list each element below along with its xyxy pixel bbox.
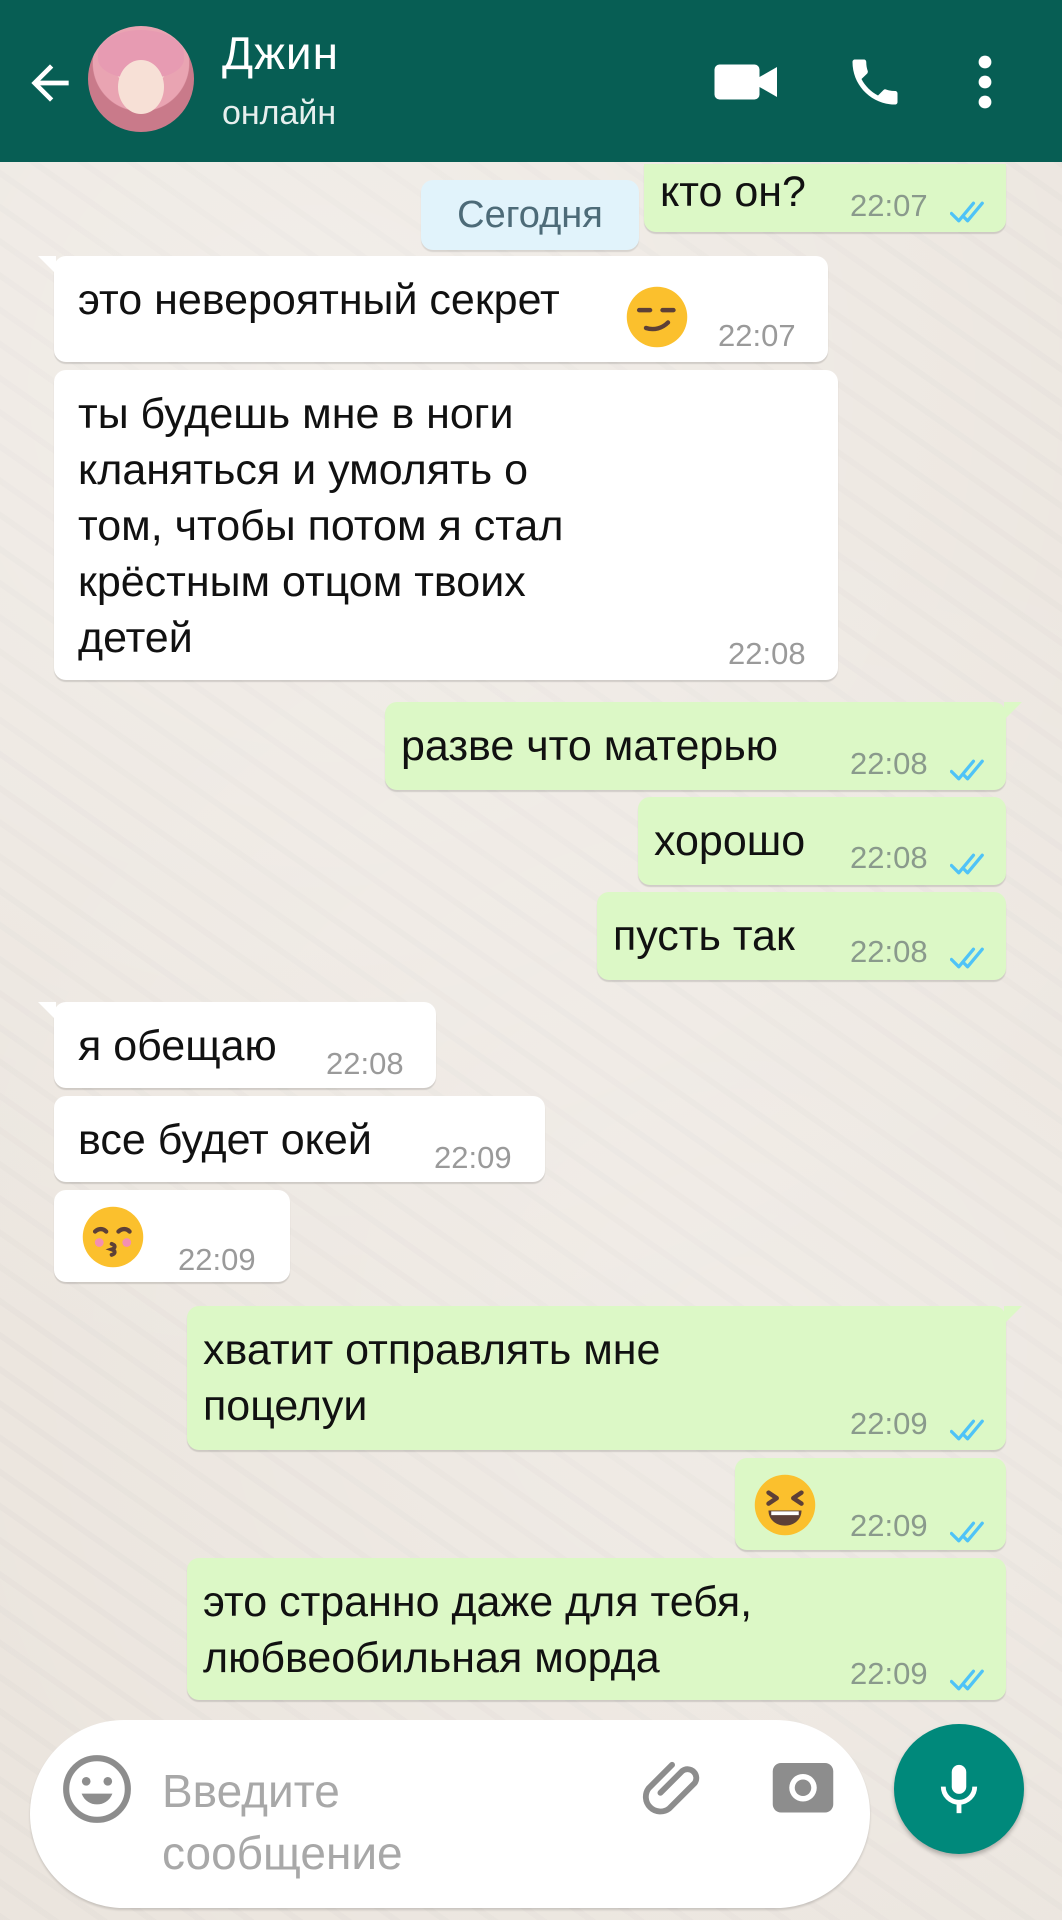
outgoing-message-bubble[interactable]: это странно даже для тебя, любвеобильная…: [187, 1558, 1006, 1700]
contact-status: онлайн: [222, 94, 337, 132]
date-separator: Сегодня: [421, 180, 639, 250]
incoming-message-bubble[interactable]: 22:09: [54, 1190, 290, 1282]
incoming-message-bubble[interactable]: это невероятный секрет 22:07: [38, 256, 828, 364]
read-receipt-icon: [949, 184, 994, 223]
chat-header: Джин онлайн: [0, 0, 1062, 162]
contact-avatar[interactable]: [88, 26, 194, 132]
incoming-message-bubble[interactable]: ты будешь мне в ноги кланяться и умолять…: [54, 370, 838, 680]
message-time: 22:08: [326, 1046, 404, 1081]
message-time: 22:08: [850, 746, 928, 781]
bubble-tail: [1004, 702, 1022, 720]
message-text: все будет окей: [78, 1116, 372, 1164]
message-time: 22:09: [434, 1140, 512, 1175]
read-receipt-icon: [949, 1402, 994, 1441]
message-time: 22:08: [728, 636, 806, 671]
kissing-closed-eyes-emoji: [80, 1204, 146, 1284]
message-text: пусть так: [613, 912, 795, 960]
message-text: ты будешь мне в ноги кланяться и умолять…: [78, 390, 564, 662]
message-time: 22:09: [850, 1508, 928, 1543]
back-arrow-icon[interactable]: [22, 55, 78, 111]
message-text: хорошо: [654, 817, 806, 865]
outgoing-message-bubble[interactable]: 22:09: [735, 1458, 1006, 1550]
phone-icon[interactable]: [840, 52, 910, 112]
read-receipt-icon: [949, 742, 994, 781]
bubble-tail: [38, 1002, 56, 1020]
read-receipt-icon: [949, 836, 994, 875]
outgoing-message-bubble[interactable]: разве что матерью 22:08: [385, 702, 1022, 790]
read-receipt-icon: [949, 930, 994, 969]
more-vert-icon[interactable]: [960, 52, 1010, 112]
message-time: 22:09: [850, 1656, 928, 1691]
bubble-tail: [38, 256, 56, 274]
message-text: разве что матерью: [401, 722, 778, 770]
smirk-emoji: [624, 284, 690, 364]
message-text: кто он?: [660, 168, 806, 216]
attach-icon[interactable]: [640, 1752, 710, 1822]
message-composer[interactable]: Введите сообщение: [30, 1720, 870, 1908]
message-text: это невероятный секрет: [78, 276, 560, 324]
read-receipt-icon: [949, 1504, 994, 1543]
mic-button[interactable]: [894, 1724, 1024, 1854]
outgoing-message-bubble[interactable]: кто он? 22:07: [644, 164, 1006, 232]
video-call-icon[interactable]: [712, 52, 782, 112]
message-text: хватит отправлять мне поцелуи: [203, 1326, 661, 1430]
message-time: 22:09: [850, 1406, 928, 1441]
message-text: я обещаю: [78, 1022, 277, 1070]
emoji-icon[interactable]: [60, 1752, 134, 1826]
outgoing-message-bubble[interactable]: хватит отправлять мне поцелуи 22:09: [187, 1306, 1022, 1450]
outgoing-message-bubble[interactable]: пусть так 22:08: [597, 892, 1006, 980]
message-time: 22:08: [850, 934, 928, 969]
incoming-message-bubble[interactable]: все будет окей 22:09: [54, 1096, 545, 1182]
message-time: 22:07: [850, 188, 928, 223]
grinning-squinting-emoji: [752, 1472, 818, 1552]
message-input[interactable]: Введите сообщение: [162, 1760, 403, 1884]
message-text: это странно даже для тебя, любвеобильная…: [203, 1578, 753, 1682]
message-time: 22:07: [718, 318, 796, 353]
message-time: 22:09: [178, 1242, 256, 1277]
camera-icon[interactable]: [770, 1754, 836, 1816]
mic-icon: [940, 1764, 978, 1814]
message-time: 22:08: [850, 840, 928, 875]
bubble-tail: [1004, 1306, 1022, 1324]
contact-name[interactable]: Джин: [222, 26, 339, 80]
outgoing-message-bubble[interactable]: хорошо 22:08: [638, 797, 1006, 885]
incoming-message-bubble[interactable]: я обещаю 22:08: [38, 1002, 436, 1088]
read-receipt-icon: [949, 1652, 994, 1691]
